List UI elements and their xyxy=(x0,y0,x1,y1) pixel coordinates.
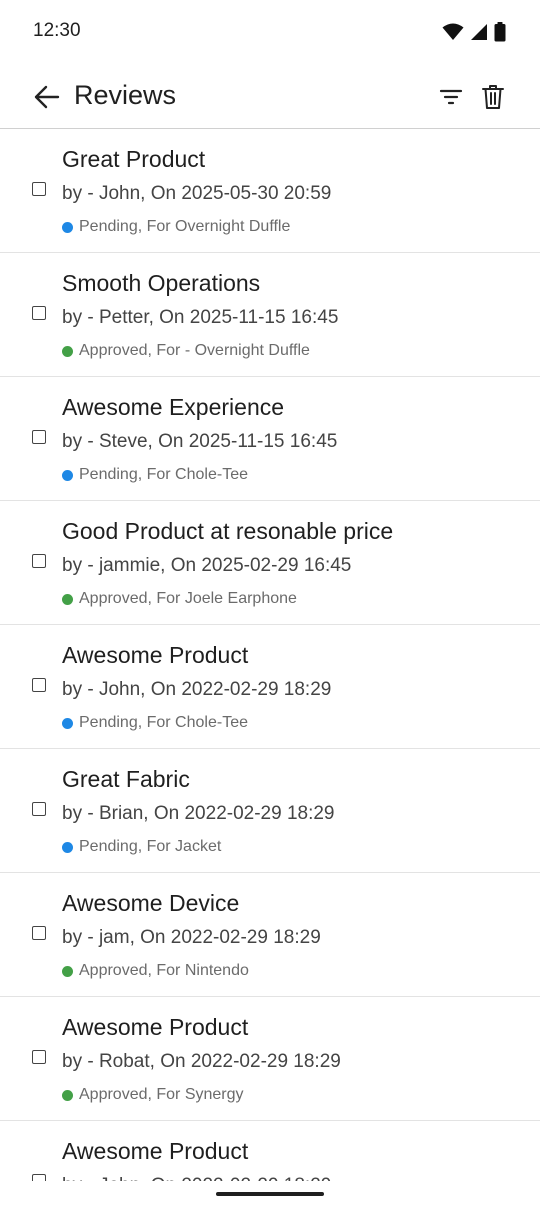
review-byline: by - Brian, On 2022-02-29 18:29 xyxy=(62,803,335,824)
review-row[interactable]: Awesome Device by - jam, On 2022-02-29 1… xyxy=(0,873,540,997)
review-title: Good Product at resonable price xyxy=(62,518,394,544)
wifi-icon xyxy=(442,23,464,40)
review-byline: by - Petter, On 2025-11-15 16:45 xyxy=(62,307,339,328)
trash-icon xyxy=(482,85,504,109)
home-indicator[interactable] xyxy=(216,1192,324,1196)
status-dot xyxy=(62,841,73,853)
review-byline: by - jam, On 2022-02-29 18:29 xyxy=(62,927,321,948)
review-status-text: Pending, For Jacket xyxy=(79,838,222,855)
review-status-text: Approved, For Nintendo xyxy=(79,962,249,979)
status-bar: 12:30 xyxy=(0,0,540,64)
review-status-text: Approved, For - Overnight Duffle xyxy=(79,342,310,359)
review-checkbox[interactable] xyxy=(32,182,46,196)
review-checkbox[interactable] xyxy=(32,430,46,444)
review-byline: by - Robat, On 2022-02-29 18:29 xyxy=(62,1051,341,1072)
delete-button[interactable] xyxy=(480,83,506,111)
review-status-text: Approved, For Synergy xyxy=(79,1086,244,1103)
review-row[interactable]: Awesome Product by - John, On 2022-02-29… xyxy=(0,1121,540,1181)
review-title: Awesome Device xyxy=(62,890,240,916)
review-byline: by - Steve, On 2025-11-15 16:45 xyxy=(62,431,338,452)
review-checkbox[interactable] xyxy=(32,554,46,568)
status-dot xyxy=(62,1089,73,1101)
signal-icon xyxy=(471,24,487,40)
review-row[interactable]: Awesome Product by - John, On 2022-02-29… xyxy=(0,625,540,749)
review-status: Pending, For Overnight Duffle xyxy=(62,218,290,236)
review-list[interactable]: Great Product by - John, On 2025-05-30 2… xyxy=(0,129,540,1181)
status-time: 12:30 xyxy=(33,20,81,41)
review-status-text: Pending, For Chole-Tee xyxy=(79,466,248,483)
review-checkbox[interactable] xyxy=(32,926,46,940)
filter-button[interactable] xyxy=(438,85,464,109)
review-title: Awesome Product xyxy=(62,642,249,668)
review-status: Pending, For Jacket xyxy=(62,838,221,856)
review-checkbox[interactable] xyxy=(32,306,46,320)
filter-icon xyxy=(439,89,463,105)
review-checkbox[interactable] xyxy=(32,1174,46,1181)
review-title: Awesome Experience xyxy=(62,394,285,420)
status-dot xyxy=(62,221,73,233)
review-byline: by - jammie, On 2025-02-29 16:45 xyxy=(62,555,352,576)
review-status: Approved, For Joele Earphone xyxy=(62,590,297,608)
review-status: Pending, For Chole-Tee xyxy=(62,466,248,484)
review-status-text: Approved, For Joele Earphone xyxy=(79,590,297,607)
review-title: Great Fabric xyxy=(62,766,190,792)
review-status: Pending, For Chole-Tee xyxy=(62,714,248,732)
review-byline: by - John, On 2022-02-29 18:29 xyxy=(62,1175,331,1181)
review-title: Smooth Operations xyxy=(62,270,261,296)
review-row[interactable]: Good Product at resonable price by - jam… xyxy=(0,501,540,625)
review-row[interactable]: Awesome Product by - Robat, On 2022-02-2… xyxy=(0,997,540,1121)
review-byline: by - John, On 2025-05-30 20:59 xyxy=(62,183,332,204)
status-dot xyxy=(62,469,73,481)
review-checkbox[interactable] xyxy=(32,1050,46,1064)
review-row[interactable]: Great Fabric by - Brian, On 2022-02-29 1… xyxy=(0,749,540,873)
status-dot xyxy=(62,345,73,357)
status-dot xyxy=(62,965,73,977)
review-status: Approved, For - Overnight Duffle xyxy=(62,342,310,360)
back-button[interactable] xyxy=(32,84,62,110)
status-icons xyxy=(442,22,506,42)
review-title: Awesome Product xyxy=(62,1014,249,1040)
battery-icon xyxy=(494,22,506,42)
review-row[interactable]: Awesome Experience by - Steve, On 2025-1… xyxy=(0,377,540,501)
status-dot xyxy=(62,717,73,729)
review-checkbox[interactable] xyxy=(32,678,46,692)
review-status-text: Pending, For Chole-Tee xyxy=(79,714,248,731)
app-bar: Reviews xyxy=(0,64,540,128)
review-status-text: Pending, For Overnight Duffle xyxy=(79,218,291,235)
status-dot xyxy=(62,593,73,605)
review-checkbox[interactable] xyxy=(32,802,46,816)
review-row[interactable]: Smooth Operations by - Petter, On 2025-1… xyxy=(0,253,540,377)
arrow-back-icon xyxy=(34,85,60,109)
review-byline: by - John, On 2022-02-29 18:29 xyxy=(62,679,332,700)
page-title: Reviews xyxy=(74,80,177,110)
review-status: Approved, For Nintendo xyxy=(62,962,249,980)
review-title: Awesome Product xyxy=(62,1138,249,1164)
review-row[interactable]: Great Product by - John, On 2025-05-30 2… xyxy=(0,129,540,253)
review-status: Approved, For Synergy xyxy=(62,1086,244,1104)
review-title: Great Product xyxy=(62,146,206,172)
